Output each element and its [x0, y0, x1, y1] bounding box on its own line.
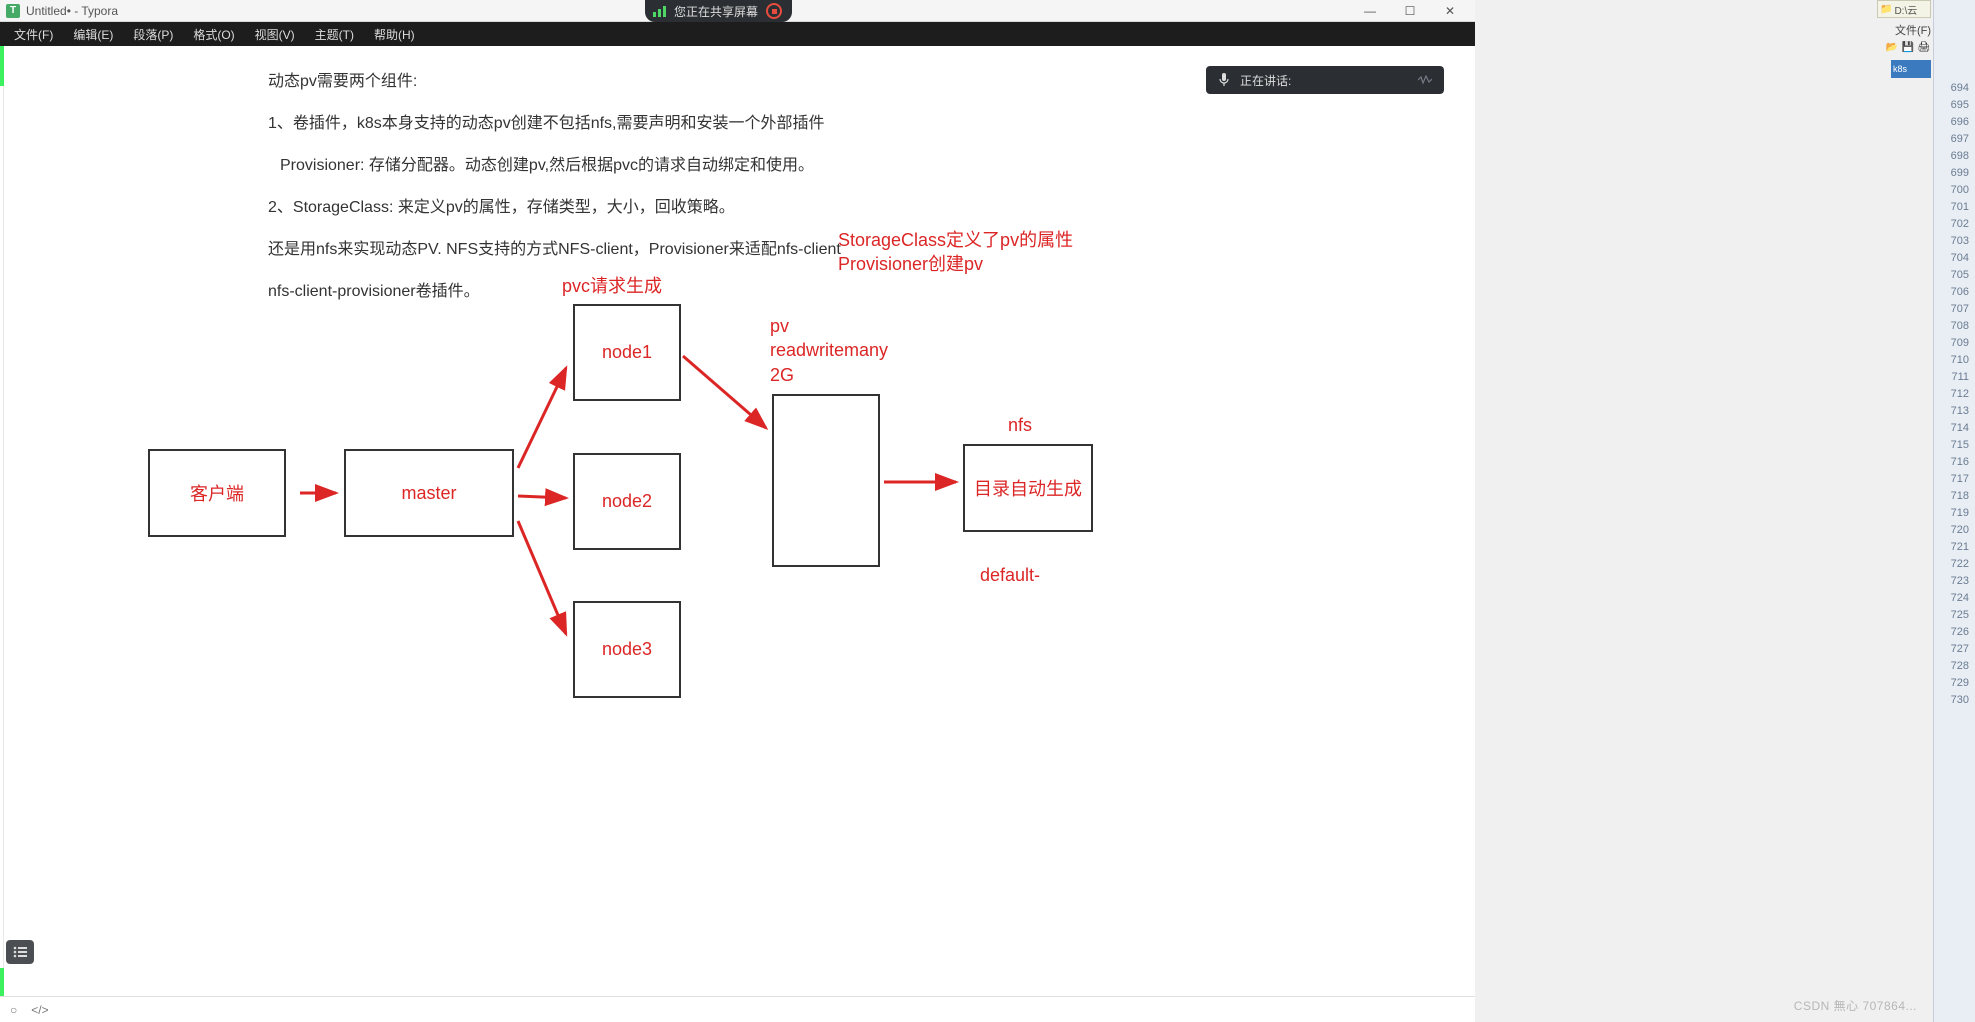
line-number: 726: [1934, 624, 1975, 641]
menu-edit[interactable]: 编辑(E): [63, 26, 123, 43]
line-number: 718: [1934, 488, 1975, 505]
line-number: 721: [1934, 539, 1975, 556]
menu-file[interactable]: 文件(F): [4, 26, 63, 43]
speaking-indicator[interactable]: 正在讲话:: [1206, 66, 1444, 94]
line-number: 725: [1934, 607, 1975, 624]
line-number: 715: [1934, 437, 1975, 454]
window-controls: — ☐ ✕: [1351, 1, 1469, 21]
menu-format[interactable]: 格式(O): [183, 26, 244, 43]
line-number: 698: [1934, 148, 1975, 165]
secondary-toolbar: 📂 💾 🖨: [1885, 40, 1931, 54]
line-number: 727: [1934, 641, 1975, 658]
folder-icon: 📁: [1880, 4, 1892, 15]
document-content[interactable]: 动态pv需要两个组件: 1、卷插件，k8s本身支持的动态pv创建不包括nfs,需…: [0, 46, 1475, 996]
minimize-button[interactable]: —: [1351, 1, 1389, 21]
menubar: 文件(F) 编辑(E) 段落(P) 格式(O) 视图(V) 主题(T) 帮助(H…: [0, 22, 1475, 46]
line-number: 710: [1934, 352, 1975, 369]
secondary-window-tab[interactable]: 📁 D:\云: [1877, 0, 1931, 18]
maximize-button[interactable]: ☐: [1391, 1, 1429, 21]
gutter-mark: [0, 968, 4, 996]
menu-theme[interactable]: 主题(T): [305, 26, 364, 43]
status-source-code-icon[interactable]: </>: [31, 1003, 48, 1017]
open-icon[interactable]: 📂: [1885, 40, 1899, 54]
line-number: 716: [1934, 454, 1975, 471]
line-number: 705: [1934, 267, 1975, 284]
line-number: 709: [1934, 335, 1975, 352]
line-number: 701: [1934, 199, 1975, 216]
line-number: 700: [1934, 182, 1975, 199]
line-number: 729: [1934, 675, 1975, 692]
app-logo: T: [6, 4, 20, 18]
line-number: 703: [1934, 233, 1975, 250]
diagram-arrows: [0, 46, 1200, 766]
line-number: 714: [1934, 420, 1975, 437]
print-icon[interactable]: 🖨: [1917, 40, 1931, 54]
menu-view[interactable]: 视图(V): [245, 26, 305, 43]
line-number: 711: [1934, 369, 1975, 386]
line-number: 719: [1934, 505, 1975, 522]
line-number: 697: [1934, 131, 1975, 148]
line-number: 696: [1934, 114, 1975, 131]
line-number: 723: [1934, 573, 1975, 590]
status-circle-icon[interactable]: ○: [10, 1003, 17, 1017]
waveform-icon: [1418, 75, 1432, 85]
menu-paragraph[interactable]: 段落(P): [123, 26, 183, 43]
screen-share-indicator[interactable]: 您正在共享屏幕: [645, 0, 792, 22]
line-number: 694: [1934, 80, 1975, 97]
watermark: CSDN 無心 707864...: [1794, 997, 1917, 1014]
close-button[interactable]: ✕: [1431, 1, 1469, 21]
line-number: 724: [1934, 590, 1975, 607]
line-number: 704: [1934, 250, 1975, 267]
line-number: 707: [1934, 301, 1975, 318]
line-number: 712: [1934, 386, 1975, 403]
save-icon[interactable]: 💾: [1901, 40, 1915, 54]
list-icon: [13, 946, 27, 958]
line-number: 722: [1934, 556, 1975, 573]
line-number: 695: [1934, 97, 1975, 114]
editor-window: T Untitled• - Typora — ☐ ✕ 文件(F) 编辑(E) 段…: [0, 0, 1475, 1022]
secondary-taskbar-app[interactable]: k8s: [1891, 60, 1931, 78]
speaking-label: 正在讲话:: [1240, 72, 1291, 89]
stop-share-button[interactable]: [766, 3, 782, 19]
microphone-icon: [1218, 73, 1230, 87]
menu-help[interactable]: 帮助(H): [364, 26, 425, 43]
statusbar: ○ </>: [0, 996, 1475, 1022]
line-number: 702: [1934, 216, 1975, 233]
line-number: 720: [1934, 522, 1975, 539]
toc-toggle-button[interactable]: [6, 940, 34, 964]
secondary-editor-gutter[interactable]: 6946956966976986997007017027037047057067…: [1933, 0, 1975, 1022]
line-number: 708: [1934, 318, 1975, 335]
audio-level-icon: [653, 6, 666, 17]
share-label: 您正在共享屏幕: [674, 3, 758, 20]
line-number: 706: [1934, 284, 1975, 301]
line-number: 728: [1934, 658, 1975, 675]
secondary-menu-file[interactable]: 文件(F): [1895, 22, 1931, 38]
line-number: 699: [1934, 165, 1975, 182]
diagram: 客户端 master node1 node2 node3 目录自动生成 pvc请…: [0, 46, 1200, 766]
line-number: 730: [1934, 692, 1975, 709]
window-title: Untitled• - Typora: [26, 4, 118, 18]
line-number: 713: [1934, 403, 1975, 420]
line-number: 717: [1934, 471, 1975, 488]
